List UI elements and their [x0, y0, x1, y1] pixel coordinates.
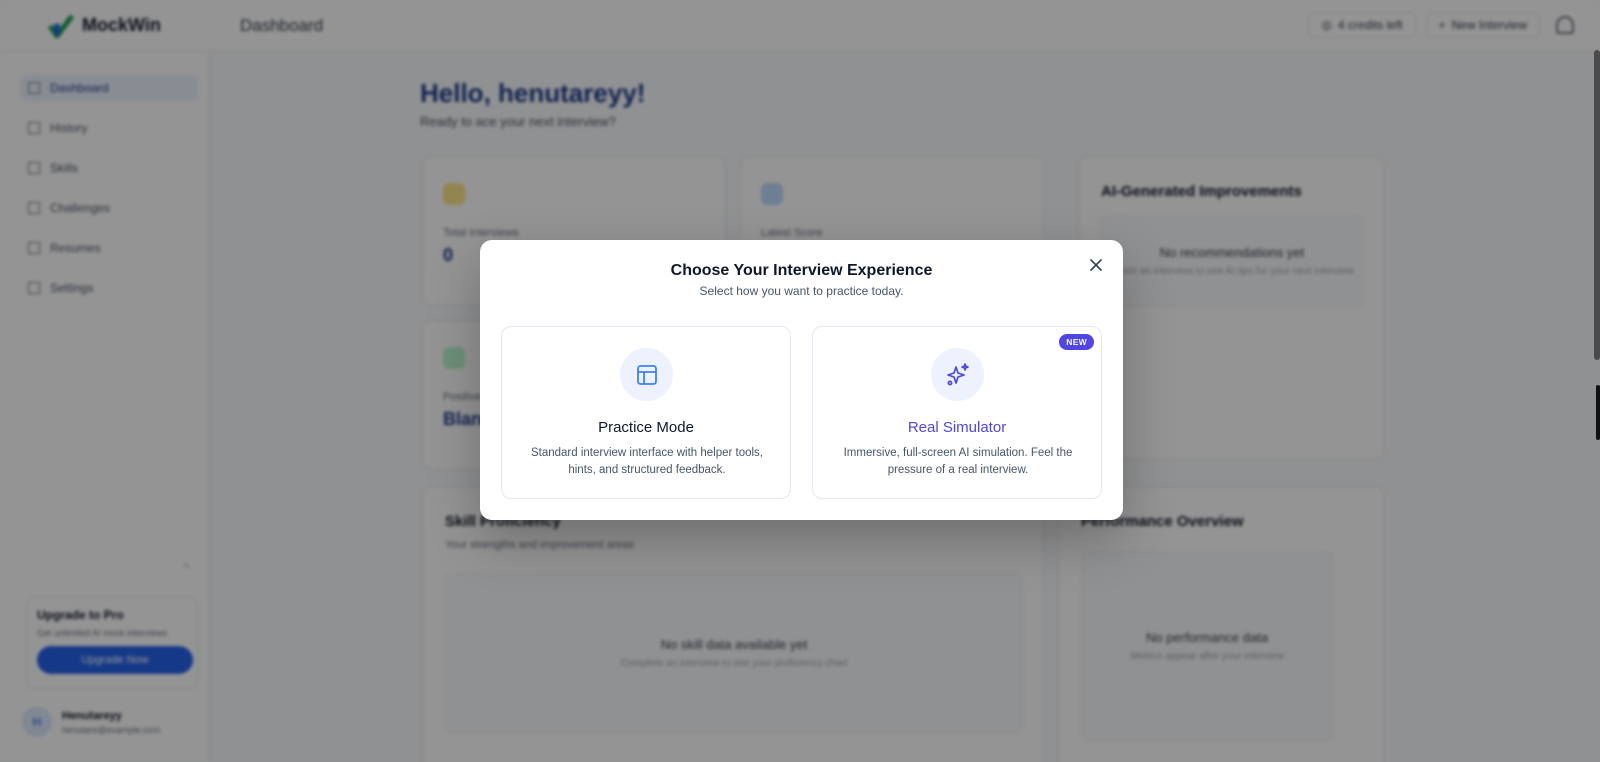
dialog-title: Choose Your Interview Experience [670, 262, 933, 279]
sparkles-icon [946, 362, 969, 385]
practice-mode-option[interactable]: Practice Mode Standard interview interfa… [501, 326, 791, 499]
scrollbar-thumb[interactable] [1594, 50, 1600, 360]
real-simulator-description: Immersive, full-screen AI simulation. Fe… [843, 447, 1073, 476]
new-badge: NEW [1059, 334, 1094, 350]
dialog-subtitle: Select how you want to practice today. [699, 284, 904, 298]
real-simulator-option[interactable]: NEW Real Simulator Immersive, full-scree… [812, 326, 1102, 499]
practice-icon-circle [620, 348, 673, 401]
side-handle[interactable] [1596, 385, 1600, 440]
practice-mode-description: Standard interview interface with helper… [530, 447, 764, 476]
interview-mode-dialog: Choose Your Interview Experience Select … [480, 240, 1123, 520]
close-button[interactable] [1085, 254, 1107, 276]
simulator-icon-circle [931, 348, 984, 401]
close-icon [1090, 259, 1102, 271]
practice-mode-title: Practice Mode [598, 419, 694, 436]
layout-icon [636, 364, 657, 385]
real-simulator-title: Real Simulator [907, 419, 1007, 436]
